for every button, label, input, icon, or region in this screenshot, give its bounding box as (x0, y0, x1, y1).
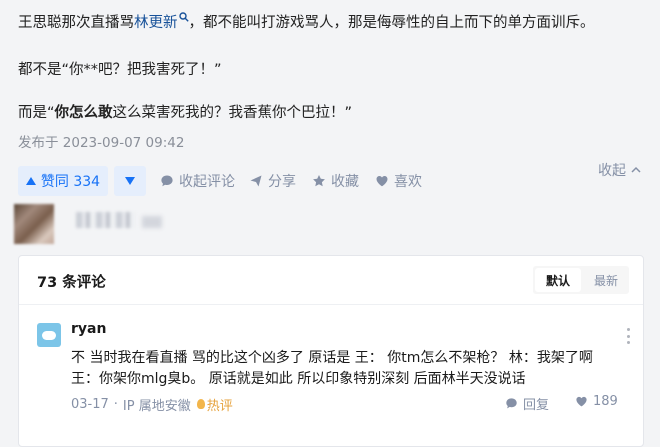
cloud-icon (42, 330, 56, 340)
comment-icon (161, 175, 173, 187)
blurred-author-name (76, 212, 136, 228)
answer-text: 王思聪那次直播骂 (18, 15, 134, 31)
comments-header: 73 条评论 默认 最新 (19, 256, 643, 305)
answer-paragraph-2: 都不是“你**吧？把我害死了！” (18, 62, 222, 78)
separator: · (113, 396, 118, 412)
blurred-avatar[interactable] (14, 204, 54, 244)
comments-panel: 73 条评论 默认 最新 ryan 不 当时我在看直播 骂的比这个凶多了 原话是… (18, 255, 644, 447)
favorite-label: 收藏 (331, 174, 359, 190)
comment-date: 03-17 (71, 396, 109, 412)
comment-line: 不 当时我在看直播 骂的比这个凶多了 原话是 王： 你tm怎么不架枪？ 林：我架… (71, 350, 593, 366)
topic-link[interactable]: 林更新 (134, 15, 178, 31)
share-label: 分享 (268, 174, 296, 190)
answer-text: ，都不能叫打游戏骂人，那是侮辱性的自上而下的单方面训斥。 (188, 15, 595, 31)
downvote-icon (125, 177, 135, 185)
answer-text: 而是“ (18, 105, 55, 121)
reply-button[interactable]: 回复 (505, 394, 549, 413)
author-row (14, 200, 314, 246)
chevron-up-icon (631, 166, 641, 173)
comment-body: 不 当时我在看直播 骂的比这个凶多了 原话是 王： 你tm怎么不架枪？ 林：我架… (71, 348, 631, 390)
heart-icon (376, 176, 388, 187)
action-bar: 赞同 334 收起评论 分享 收藏 喜欢 收起 (18, 163, 642, 196)
avatar[interactable] (37, 323, 61, 347)
comment-like-button[interactable]: 189 (575, 394, 618, 409)
blurred-author-badge (142, 216, 162, 228)
answer-paragraph-1: 王思聪那次直播骂林更新 ，都不能叫打游戏骂人，那是侮辱性的自上而下的单方面训斥。 (18, 12, 595, 33)
like-button[interactable]: 喜欢 (375, 166, 422, 196)
comment-author[interactable]: ryan (71, 321, 106, 337)
like-label: 喜欢 (394, 174, 422, 190)
like-count: 189 (593, 394, 618, 409)
fire-icon (196, 399, 205, 409)
more-icon[interactable] (627, 328, 631, 344)
sort-default-button[interactable]: 默认 (535, 268, 581, 292)
hot-badge: 热评 (206, 398, 233, 414)
downvote-button[interactable] (114, 166, 146, 196)
share-button[interactable]: 分享 (249, 166, 296, 196)
answer-paragraph-3: 而是“你怎么敢这么菜害死我的？我香蕉你个巴拉！” (18, 103, 352, 123)
comment-location: IP 属地安徽 (122, 398, 191, 414)
upvote-label: 赞同 334 (40, 174, 101, 190)
collapse-button[interactable]: 收起 (598, 160, 642, 180)
answer-bold-text: 你怎么敢 (54, 105, 113, 121)
search-icon[interactable] (178, 12, 189, 22)
publish-time: 发布于 2023-09-07 09:42 (18, 135, 185, 151)
comment-count: 73 条评论 (37, 275, 106, 291)
favorite-button[interactable]: 收藏 (312, 166, 359, 196)
sort-toggle: 默认 最新 (533, 266, 629, 294)
upvote-icon (25, 177, 36, 185)
comment-footer: 03-17 · IP 属地安徽 热评 回复 189 (71, 394, 631, 414)
comment-line: 王：你架你mlg臭b。 原话就是如此 所以印象特别深刻 后面林半天没说话 (71, 371, 526, 387)
share-icon (250, 175, 262, 187)
like-icon (576, 396, 587, 407)
answer-text: 这么菜害死我的？我香蕉你个巴拉！” (112, 105, 353, 121)
star-icon (313, 175, 325, 187)
upvote-button[interactable]: 赞同 334 (18, 166, 108, 196)
collapse-comments-label: 收起评论 (179, 174, 235, 190)
collapse-label: 收起 (598, 163, 626, 179)
reply-icon (506, 398, 517, 409)
reply-label: 回复 (523, 398, 550, 413)
sort-latest-button[interactable]: 最新 (583, 266, 629, 294)
collapse-comments-button[interactable]: 收起评论 (160, 166, 235, 196)
